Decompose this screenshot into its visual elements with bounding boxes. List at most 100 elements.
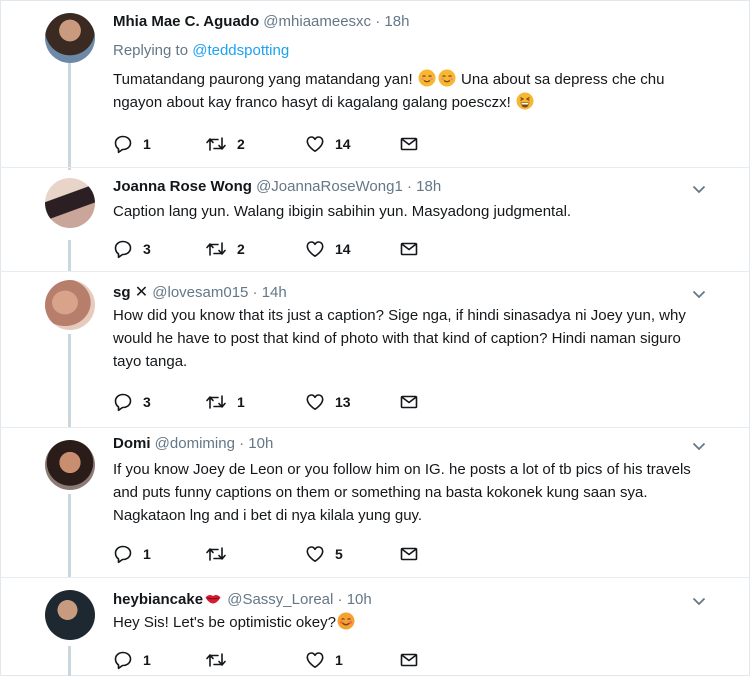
display-name[interactable]: Mhia Mae C. Aguado [113,13,259,30]
like-button[interactable]: 14 [305,237,351,261]
like-button[interactable]: 1 [305,648,343,672]
tweet-text-part: Hey Sis! Let's be optimistic okey? [113,614,336,631]
retweet-icon [205,392,227,412]
direct-message-button[interactable] [399,648,419,672]
tweet[interactable]: Mhia Mae C. Aguado @mhiaameesxc · 18h Re… [0,0,750,168]
grinning-squinting-face-emoji [516,92,534,110]
tweet-text: Tumatandang paurong yang matandang yan! … [113,68,713,114]
like-button[interactable]: 13 [305,390,351,414]
smiling-face-emoji [337,612,355,630]
envelope-icon [399,239,419,259]
avatar[interactable] [45,178,95,228]
user-handle[interactable]: @Sassy_Loreal [227,591,333,608]
chevron-down-icon[interactable] [692,596,706,606]
reply-icon [113,392,133,412]
user-handle[interactable]: @JoannaRoseWong1 [256,178,403,195]
reply-icon [113,544,133,564]
separator-dot: · [239,435,245,452]
like-count: 14 [335,136,351,152]
lips-emoji [204,589,222,607]
tweet-text: Hey Sis! Let's be optimistic okey? [113,611,713,634]
like-count: 13 [335,394,351,410]
heart-icon [305,239,325,259]
avatar[interactable] [45,13,95,63]
heart-icon [305,650,325,670]
tweet[interactable]: Joanna Rose Wong @JoannaRoseWong1 · 18h … [0,168,750,272]
chevron-down-icon[interactable] [692,289,706,299]
relieved-face-emoji [438,69,456,87]
avatar[interactable] [45,590,95,640]
display-name[interactable]: Joanna Rose Wong [113,178,252,195]
replying-to-link[interactable]: @teddspotting [192,42,289,59]
separator-dot: · [252,284,258,301]
reply-button[interactable]: 1 [113,648,151,672]
tweet-text: How did you know that its just a caption… [113,307,686,370]
display-name[interactable]: heybiancake [113,591,203,608]
direct-message-button[interactable] [399,237,419,261]
reply-icon [113,650,133,670]
like-count: 5 [335,546,343,562]
reply-count: 3 [143,394,151,410]
direct-message-button[interactable] [399,132,419,156]
tweet[interactable]: heybiancake @Sassy_Loreal · 10h Hey Sis!… [0,578,750,676]
avatar[interactable] [45,440,95,490]
user-handle[interactable]: @lovesam015 [152,284,248,301]
envelope-icon [399,544,419,564]
chevron-down-icon[interactable] [692,184,706,194]
envelope-icon [399,650,419,670]
timestamp[interactable]: 10h [248,435,273,452]
direct-message-button[interactable] [399,542,419,566]
tweet-text-part: Tumatandang paurong yang matandang yan! [113,71,417,88]
retweet-icon [205,544,227,564]
retweet-button[interactable]: 2 [205,132,245,156]
reply-button[interactable]: 3 [113,390,151,414]
reply-count: 3 [143,241,151,257]
envelope-icon [399,134,419,154]
display-name[interactable]: sg [113,284,131,301]
like-count: 14 [335,241,351,257]
retweet-count: 2 [237,241,245,257]
timestamp[interactable]: 18h [416,178,441,195]
retweet-icon [205,650,227,670]
envelope-icon [399,392,419,412]
separator-dot: · [375,13,381,30]
retweet-count: 1 [237,394,245,410]
reply-button[interactable]: 1 [113,542,151,566]
heart-icon [305,134,325,154]
timestamp[interactable]: 14h [262,284,287,301]
display-name[interactable]: Domi [113,435,151,452]
reply-button[interactable]: 1 [113,132,151,156]
retweet-button[interactable] [205,648,237,672]
like-button[interactable]: 5 [305,542,343,566]
reply-count: 1 [143,652,151,668]
replying-to: Replying to @teddspotting [113,42,289,59]
retweet-count: 2 [237,136,245,152]
user-handle[interactable]: @domiming [155,435,235,452]
reply-icon [113,239,133,259]
timestamp[interactable]: 18h [384,13,409,30]
reply-button[interactable]: 3 [113,237,151,261]
like-count: 1 [335,652,343,668]
tweet-text: If you know Joey de Leon or you follow h… [113,461,691,524]
tweet[interactable]: sg ✕ @lovesam015 · 14h How did you know … [0,272,750,428]
relieved-face-emoji [418,69,436,87]
reply-count: 1 [143,136,151,152]
timestamp[interactable]: 10h [347,591,372,608]
chevron-down-icon[interactable] [692,441,706,451]
retweet-button[interactable]: 2 [205,237,245,261]
like-button[interactable]: 14 [305,132,351,156]
replying-to-label: Replying to [113,42,189,59]
tweet[interactable]: Domi @domiming · 10h If you know Joey de… [0,428,750,578]
retweet-button[interactable]: 1 [205,390,245,414]
direct-message-button[interactable] [399,390,419,414]
retweet-icon [205,239,227,259]
avatar[interactable] [45,280,95,330]
user-handle[interactable]: @mhiaameesxc [263,13,371,30]
separator-dot: · [406,178,412,195]
reply-count: 1 [143,546,151,562]
tweet-text: Caption lang yun. Walang ibigin sabihin … [113,203,572,220]
heart-icon [305,392,325,412]
retweet-button[interactable] [205,542,237,566]
heart-icon [305,544,325,564]
separator-dot: · [337,591,343,608]
